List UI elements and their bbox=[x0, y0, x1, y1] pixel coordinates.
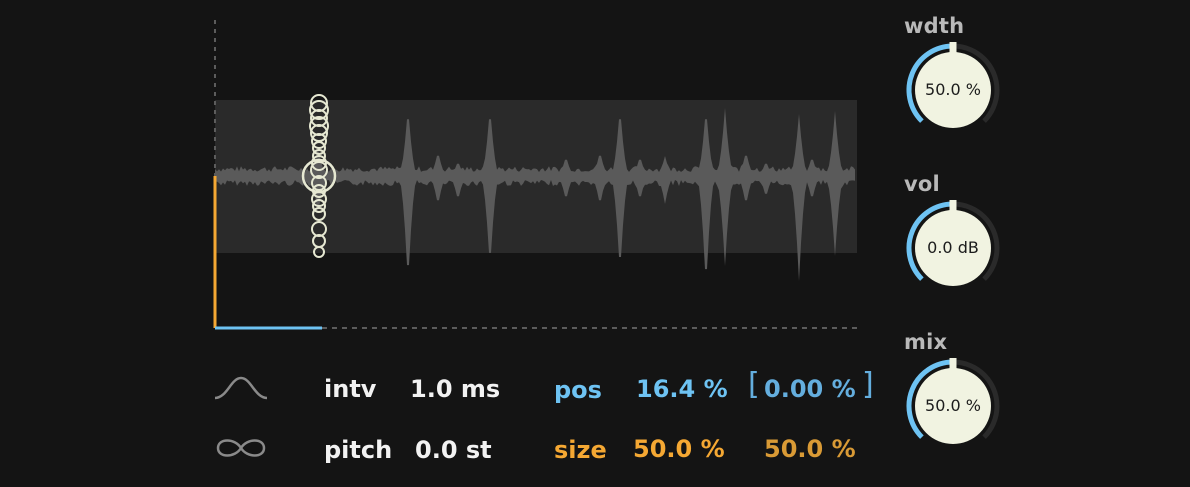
mix-knob-title: mix bbox=[904, 330, 948, 354]
width-knob[interactable]: 50.0 % bbox=[903, 40, 1003, 140]
pitch-value[interactable]: 0.0 st bbox=[415, 435, 492, 465]
position-random-bracket-open: [ bbox=[748, 367, 760, 402]
width-knob-title: wdth bbox=[904, 14, 965, 38]
interval-label: intv bbox=[324, 375, 377, 403]
width-knob-value: 50.0 % bbox=[925, 80, 981, 99]
position-value[interactable]: 16.4 % bbox=[636, 374, 728, 404]
mix-knob-value: 50.0 % bbox=[925, 396, 981, 415]
volume-knob-value: 0.0 dB bbox=[927, 238, 979, 257]
waveform-display[interactable] bbox=[0, 0, 880, 350]
mix-knob[interactable]: 50.0 % bbox=[903, 356, 1003, 456]
position-random-bracket-close: ] bbox=[862, 367, 874, 402]
bell-curve-icon[interactable] bbox=[213, 372, 269, 402]
pitch-label: pitch bbox=[324, 436, 393, 464]
infinity-icon[interactable] bbox=[213, 433, 269, 463]
volume-knob[interactable]: 0.0 dB bbox=[903, 198, 1003, 298]
position-random-value[interactable]: 0.00 % bbox=[764, 374, 856, 404]
interval-value[interactable]: 1.0 ms bbox=[410, 374, 500, 404]
volume-knob-title: vol bbox=[904, 172, 940, 196]
size-label: size bbox=[554, 436, 607, 464]
size-value[interactable]: 50.0 % bbox=[633, 434, 725, 464]
size-random-value[interactable]: 50.0 % bbox=[764, 434, 856, 464]
position-label: pos bbox=[554, 376, 602, 404]
